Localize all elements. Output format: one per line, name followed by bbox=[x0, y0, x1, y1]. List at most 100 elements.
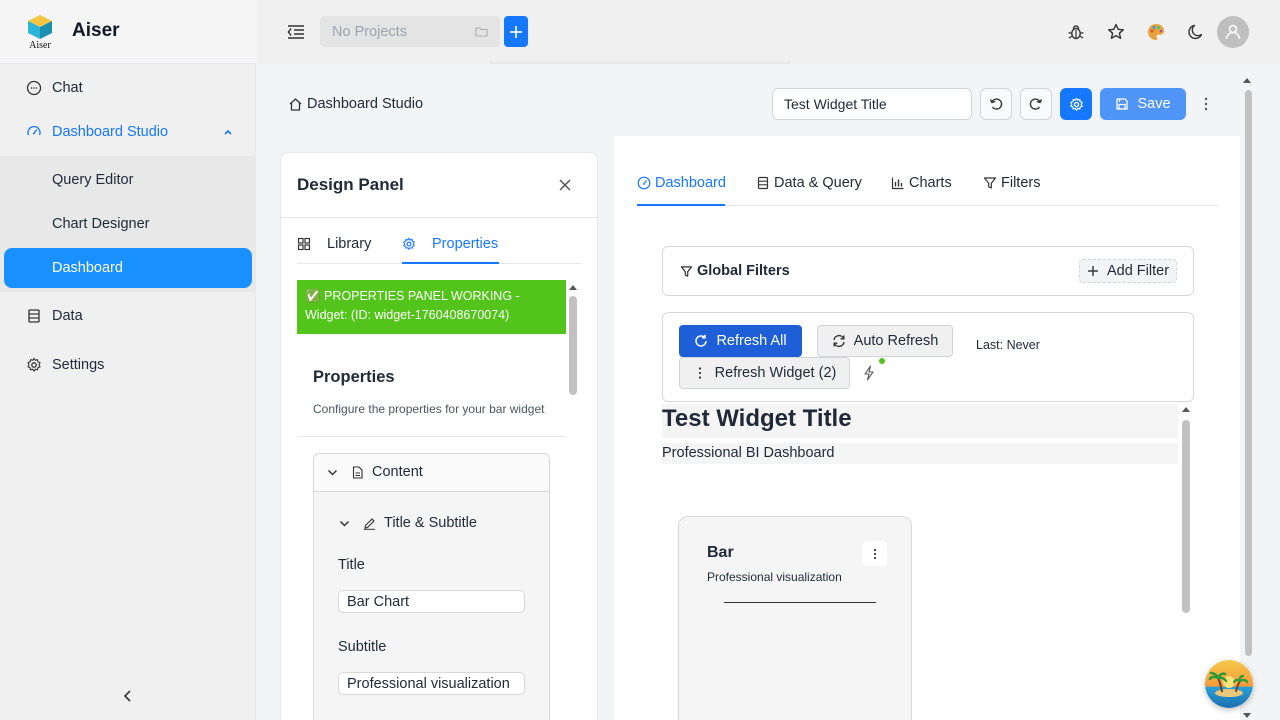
widget-title-input[interactable]: Test Widget Title bbox=[772, 88, 972, 120]
undo-button[interactable] bbox=[980, 88, 1012, 120]
auto-refresh-label: Auto Refresh bbox=[853, 333, 939, 349]
design-panel-title: Design Panel bbox=[297, 175, 404, 194]
tab-label: Charts bbox=[909, 175, 952, 191]
title-subtitle-collapse-toggle[interactable]: Title & Subtitle bbox=[338, 515, 477, 531]
lightning-icon[interactable] bbox=[862, 365, 876, 381]
home-icon bbox=[288, 97, 303, 112]
user-avatar[interactable] bbox=[1217, 16, 1249, 48]
widget-title-input-value: Test Widget Title bbox=[784, 96, 887, 112]
edit-icon bbox=[363, 517, 376, 530]
menu-toggle-icon[interactable] bbox=[286, 22, 306, 42]
palette-icon[interactable] bbox=[1146, 22, 1166, 42]
bar-widget-subtitle: Professional visualization bbox=[707, 570, 842, 584]
bug-icon[interactable] bbox=[1066, 22, 1086, 42]
add-filter-button[interactable]: Add Filter bbox=[1079, 259, 1177, 283]
close-icon[interactable] bbox=[557, 177, 573, 193]
subtitle-field[interactable]: Professional visualization bbox=[338, 672, 525, 695]
title-subtitle-section-label: Title & Subtitle bbox=[384, 515, 477, 531]
divider bbox=[281, 217, 597, 218]
file-icon bbox=[351, 465, 364, 479]
refresh-widget-button[interactable]: Refresh Widget (2) bbox=[679, 357, 850, 389]
divider bbox=[297, 436, 566, 437]
add-project-button[interactable] bbox=[504, 16, 528, 47]
sidebar-item-label: Query Editor bbox=[52, 172, 134, 188]
tab-label: Data & Query bbox=[774, 175, 862, 191]
canvas-scrollbar-thumb[interactable] bbox=[1182, 420, 1190, 613]
gear-icon bbox=[1069, 96, 1084, 112]
chart-baseline bbox=[724, 602, 876, 603]
title-field-value: Bar Chart bbox=[347, 593, 410, 610]
filter-icon bbox=[983, 176, 997, 190]
sidebar-item-label: Dashboard bbox=[52, 260, 123, 276]
main-scrollbar-thumb[interactable] bbox=[1245, 90, 1252, 656]
panel-scrollbar-thumb[interactable] bbox=[569, 296, 577, 395]
save-button-label: Save bbox=[1137, 96, 1171, 112]
breadcrumb-label: Dashboard Studio bbox=[307, 96, 424, 112]
save-button[interactable]: Save bbox=[1100, 88, 1186, 120]
properties-description: Configure the properties for your bar wi… bbox=[313, 402, 545, 416]
refresh-all-button[interactable]: Refresh All bbox=[679, 325, 802, 357]
gear-icon bbox=[26, 357, 42, 373]
tab-label: Library bbox=[327, 236, 372, 252]
tab-filters[interactable]: Filters bbox=[983, 175, 1040, 191]
global-filters-label: Global Filters bbox=[697, 263, 790, 279]
sidebar-item-data[interactable]: Data bbox=[0, 296, 256, 336]
more-vertical-icon bbox=[869, 547, 881, 561]
database-icon bbox=[756, 176, 770, 190]
properties-title: Properties bbox=[313, 368, 395, 386]
auto-refresh-button[interactable]: Auto Refresh bbox=[817, 325, 953, 357]
refresh-all-label: Refresh All bbox=[716, 333, 787, 349]
moon-icon[interactable] bbox=[1186, 22, 1206, 42]
folder-icon bbox=[475, 25, 488, 38]
widget-menu-button[interactable] bbox=[862, 541, 887, 566]
brand-header: Aiser Aiser bbox=[0, 0, 256, 64]
star-icon[interactable] bbox=[1106, 22, 1126, 42]
redo-button[interactable] bbox=[1020, 88, 1052, 120]
add-filter-label: Add Filter bbox=[1106, 263, 1170, 279]
chevron-down-icon bbox=[326, 466, 339, 479]
last-refresh-status: Last: Never bbox=[976, 338, 1040, 352]
title-field-label: Title bbox=[338, 557, 365, 573]
status-dot bbox=[879, 358, 885, 364]
tab-charts[interactable]: Charts bbox=[891, 175, 952, 191]
gear-icon bbox=[402, 237, 416, 251]
more-options-icon[interactable] bbox=[1198, 96, 1214, 112]
sidebar-subitem-chart-designer[interactable]: Chart Designer bbox=[0, 204, 256, 244]
breadcrumb[interactable]: Dashboard Studio bbox=[288, 96, 423, 112]
plus-icon bbox=[509, 25, 523, 39]
sidebar-subitem-dashboard[interactable]: Dashboard bbox=[4, 248, 252, 288]
widget-title[interactable]: Test Widget Title bbox=[662, 405, 852, 433]
sidebar-item-label: Data bbox=[52, 308, 83, 324]
dashboard-icon bbox=[637, 176, 651, 190]
tab-properties[interactable]: Properties bbox=[402, 236, 498, 252]
undo-icon bbox=[989, 97, 1003, 111]
tab-dashboard[interactable]: Dashboard bbox=[637, 175, 726, 191]
filter-icon bbox=[680, 265, 693, 278]
collapse-sidebar-icon[interactable] bbox=[120, 688, 136, 704]
tab-data-query[interactable]: Data & Query bbox=[756, 175, 862, 191]
title-field[interactable]: Bar Chart bbox=[338, 590, 525, 613]
tab-library[interactable]: Library bbox=[297, 236, 371, 252]
bar-chart-icon bbox=[891, 176, 905, 190]
sidebar-subitem-query-editor[interactable]: Query Editor bbox=[0, 160, 256, 200]
refresh-widget-label: Refresh Widget (2) bbox=[714, 365, 837, 381]
content-section-label: Content bbox=[372, 464, 423, 480]
tab-label: Filters bbox=[1001, 175, 1041, 191]
sync-icon bbox=[832, 334, 846, 348]
refresh-icon bbox=[694, 334, 708, 348]
subtitle-field-label: Subtitle bbox=[338, 639, 387, 655]
settings-button[interactable] bbox=[1060, 88, 1092, 120]
content-collapse-toggle[interactable]: Content bbox=[326, 464, 423, 480]
assistant-avatar-icon[interactable] bbox=[1205, 660, 1253, 708]
tab-label: Properties bbox=[432, 236, 499, 252]
sidebar-item-dashboard-studio[interactable]: Dashboard Studio bbox=[0, 112, 256, 152]
widget-subtitle[interactable]: Professional BI Dashboard bbox=[662, 445, 835, 461]
global-filters-title: Global Filters bbox=[680, 263, 790, 279]
grid-icon bbox=[297, 237, 311, 251]
tab-label: Dashboard bbox=[655, 175, 726, 191]
project-select[interactable]: No Projects bbox=[320, 16, 500, 47]
sidebar-item-settings[interactable]: Settings bbox=[0, 345, 256, 385]
sidebar-item-label: Chart Designer bbox=[52, 216, 150, 232]
chevron-down-icon bbox=[338, 517, 351, 530]
sidebar-item-chat[interactable]: Chat bbox=[0, 68, 256, 108]
